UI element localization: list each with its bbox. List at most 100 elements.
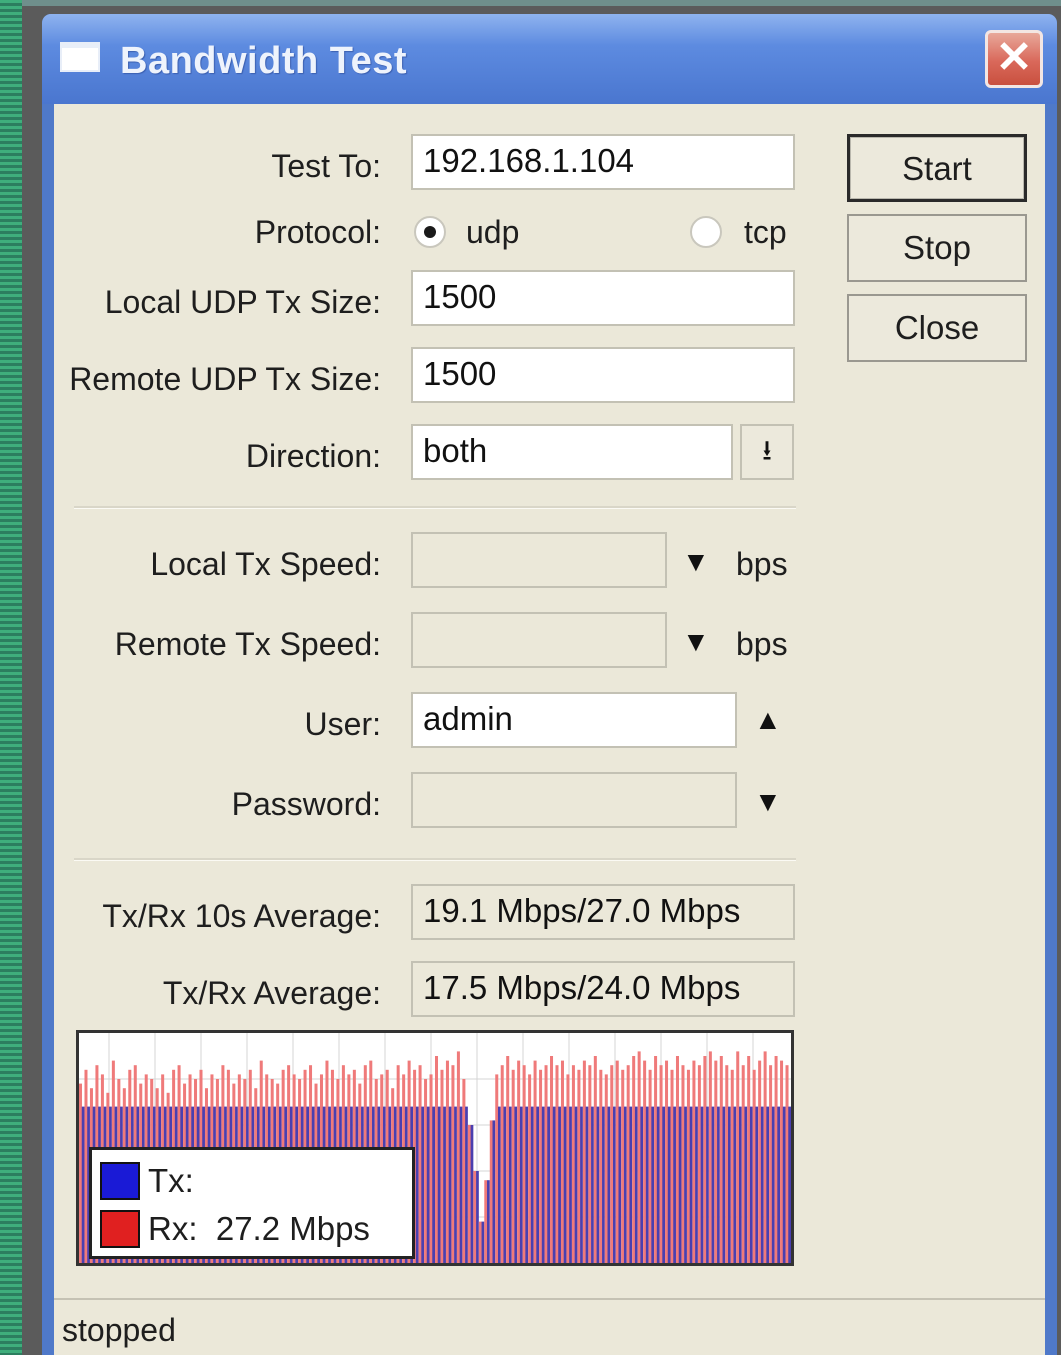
- rx-bar: [632, 1056, 636, 1263]
- user-input[interactable]: admin: [411, 692, 737, 748]
- separator: [74, 506, 796, 509]
- tx-bar: [415, 1106, 419, 1263]
- test-to-input[interactable]: 192.168.1.104: [411, 134, 795, 190]
- expand-down-icon[interactable]: ▼: [682, 626, 710, 658]
- rx-bar: [785, 1065, 789, 1263]
- tx-bar: [525, 1106, 529, 1263]
- tx-bar: [717, 1106, 720, 1263]
- stop-button[interactable]: Stop: [847, 214, 1027, 282]
- protocol-tcp-label[interactable]: tcp: [744, 214, 787, 251]
- tx-color-swatch: [100, 1162, 140, 1200]
- status-text: stopped: [62, 1312, 176, 1348]
- protocol-udp-radio[interactable]: [414, 216, 446, 248]
- remote-tx-speed-label: Remote Tx Speed:: [114, 626, 381, 662]
- tx-bar: [645, 1106, 649, 1263]
- rx-bar: [588, 1065, 592, 1263]
- tx-bar: [81, 1106, 85, 1263]
- rx-bar: [440, 1069, 444, 1263]
- rx-bar: [544, 1065, 548, 1263]
- tx-bar: [563, 1106, 567, 1263]
- rx-bar: [643, 1060, 647, 1263]
- txrx-average-label: Tx/Rx Average:: [162, 975, 381, 1011]
- rx-bar: [752, 1069, 756, 1263]
- expand-down-icon[interactable]: ▼: [754, 786, 782, 818]
- tx-bar: [503, 1106, 507, 1263]
- tx-bar: [656, 1106, 660, 1263]
- tx-bar: [744, 1106, 748, 1263]
- tx-bar: [547, 1106, 551, 1263]
- direction-select[interactable]: both: [411, 424, 733, 480]
- window-title: Bandwidth Test: [120, 40, 408, 82]
- txrx-10s-average-label: Tx/Rx 10s Average:: [102, 898, 381, 934]
- tx-bar: [426, 1106, 430, 1263]
- remote-tx-speed-input[interactable]: [411, 612, 667, 668]
- rx-bar: [615, 1060, 619, 1263]
- tx-bar: [629, 1106, 633, 1263]
- close-window-button[interactable]: ✕: [985, 30, 1043, 88]
- tx-bar: [623, 1106, 627, 1263]
- rx-bar: [719, 1056, 723, 1263]
- tx-bar: [519, 1106, 523, 1263]
- tx-bar: [689, 1106, 693, 1263]
- rx-bar: [517, 1060, 521, 1263]
- rx-bar: [714, 1060, 718, 1263]
- rx-bar: [659, 1065, 663, 1263]
- rx-bar: [703, 1056, 707, 1263]
- separator: [74, 858, 796, 861]
- tx-bar: [558, 1106, 561, 1263]
- protocol-tcp-radio[interactable]: [690, 216, 722, 248]
- rx-bar: [741, 1065, 745, 1263]
- rx-bar: [780, 1060, 784, 1263]
- tx-bar: [695, 1106, 698, 1263]
- protocol-udp-label[interactable]: udp: [466, 214, 519, 251]
- rx-bar: [599, 1069, 603, 1263]
- tx-bar: [470, 1125, 474, 1263]
- rx-bar: [730, 1069, 734, 1263]
- tx-bar: [552, 1106, 556, 1263]
- tx-bar: [514, 1106, 518, 1263]
- tx-bar: [487, 1180, 490, 1263]
- local-tx-speed-input[interactable]: [411, 532, 667, 588]
- tx-bar: [782, 1106, 786, 1263]
- rx-bar: [456, 1051, 460, 1263]
- tx-bar: [749, 1106, 753, 1263]
- local-udp-tx-size-input[interactable]: 1500: [411, 270, 795, 326]
- tx-legend-label: Tx:: [148, 1162, 194, 1199]
- collapse-up-icon[interactable]: ▲: [754, 704, 782, 736]
- tx-bar: [684, 1106, 687, 1263]
- close-button[interactable]: Close: [847, 294, 1027, 362]
- status-bar: stopped: [54, 1298, 1045, 1355]
- rx-bar: [424, 1079, 428, 1263]
- rx-bar: [79, 1083, 83, 1263]
- rx-bar: [758, 1060, 762, 1263]
- tx-bar: [591, 1106, 594, 1263]
- tx-bar: [613, 1106, 616, 1263]
- rx-bar: [736, 1051, 740, 1263]
- tx-bar: [536, 1106, 540, 1263]
- rx-bar: [692, 1060, 696, 1263]
- rx-bar: [445, 1060, 449, 1263]
- rx-bar: [489, 1120, 493, 1263]
- graph-legend: Tx: Rx: 27.2 Mbps: [89, 1147, 415, 1259]
- rx-bar: [560, 1060, 564, 1263]
- tx-bar: [437, 1106, 441, 1263]
- rx-bar: [648, 1069, 652, 1263]
- start-button[interactable]: Start: [847, 134, 1027, 202]
- rx-bar: [555, 1065, 559, 1263]
- rx-bar: [774, 1056, 778, 1263]
- tx-bar: [728, 1106, 731, 1263]
- title-bar[interactable]: Bandwidth Test ✕: [42, 14, 1057, 104]
- password-input[interactable]: [411, 772, 737, 828]
- rx-legend-label: Rx: 27.2 Mbps: [148, 1210, 370, 1248]
- expand-down-icon[interactable]: ▼: [682, 546, 710, 578]
- rx-bar: [670, 1069, 674, 1263]
- local-udp-tx-size-label: Local UDP Tx Size:: [104, 284, 381, 320]
- tx-bar: [476, 1171, 479, 1263]
- rx-bar: [473, 1171, 477, 1263]
- dropdown-arrow-icon[interactable]: ⭳: [740, 424, 794, 480]
- remote-udp-tx-size-input[interactable]: 1500: [411, 347, 795, 403]
- rx-bar: [435, 1056, 439, 1263]
- rx-bar: [484, 1180, 488, 1263]
- tx-bar: [640, 1106, 644, 1263]
- tx-bar: [508, 1106, 512, 1263]
